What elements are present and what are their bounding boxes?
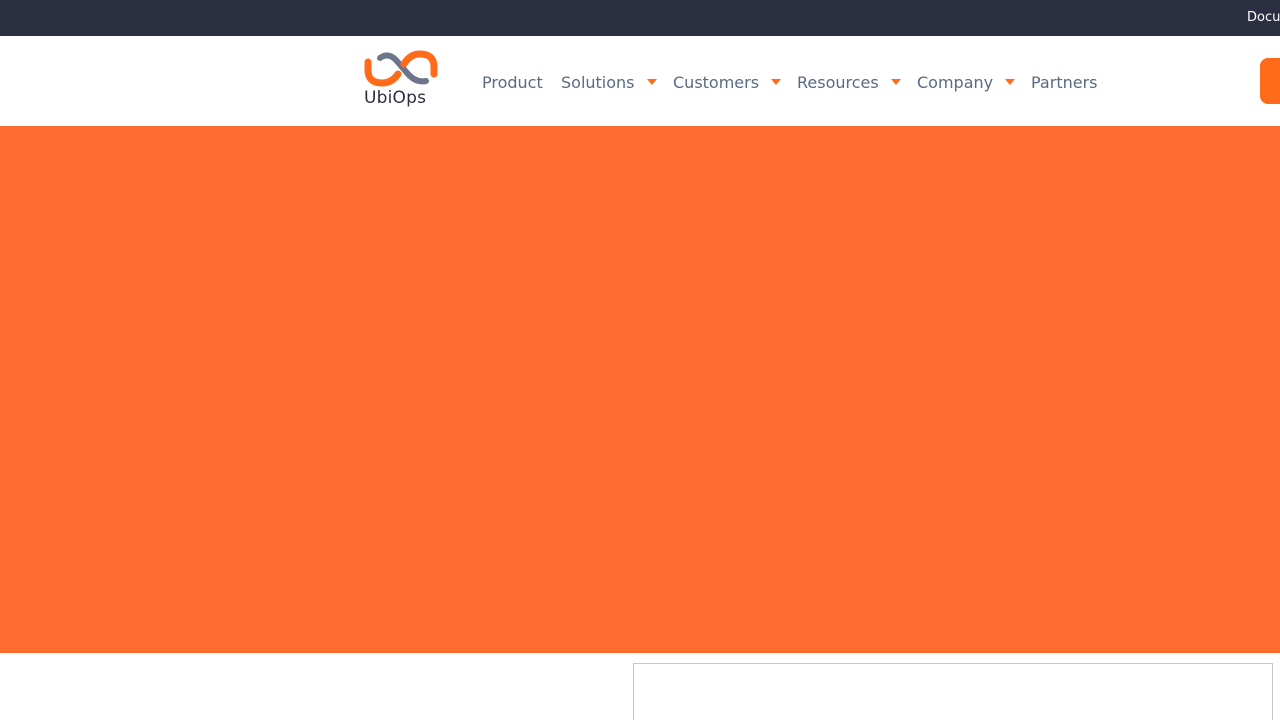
nav-item-solutions[interactable]: Solutions — [561, 71, 657, 93]
nav-item-label: Customers — [673, 72, 760, 92]
main-navbar: UbiOps Product Solutions Customers Resou… — [0, 36, 1280, 126]
documentation-link[interactable]: Docum — [1247, 9, 1280, 27]
chevron-down-icon — [646, 79, 657, 85]
hero-banner — [0, 126, 1280, 653]
chevron-down-icon — [890, 79, 901, 85]
top-utility-bar: Docum — [0, 0, 1280, 36]
nav-item-resources[interactable]: Resources — [797, 71, 901, 93]
cta-button[interactable] — [1260, 58, 1280, 104]
nav-item-label: Company — [917, 72, 994, 92]
nav-item-label: Partners — [1031, 72, 1098, 92]
embedded-frame[interactable] — [633, 663, 1273, 720]
chevron-down-icon — [771, 79, 782, 85]
nav-item-company[interactable]: Company — [917, 71, 1016, 93]
chevron-down-icon — [1005, 79, 1016, 85]
primary-nav: Product Solutions Customers Resources Co… — [0, 36, 1280, 126]
nav-item-label: Resources — [797, 72, 879, 92]
nav-item-label: Solutions — [561, 72, 635, 92]
nav-item-product[interactable]: Product — [482, 71, 543, 93]
nav-item-label: Product — [482, 72, 543, 92]
nav-item-customers[interactable]: Customers — [673, 71, 782, 93]
nav-item-partners[interactable]: Partners — [1031, 71, 1097, 93]
